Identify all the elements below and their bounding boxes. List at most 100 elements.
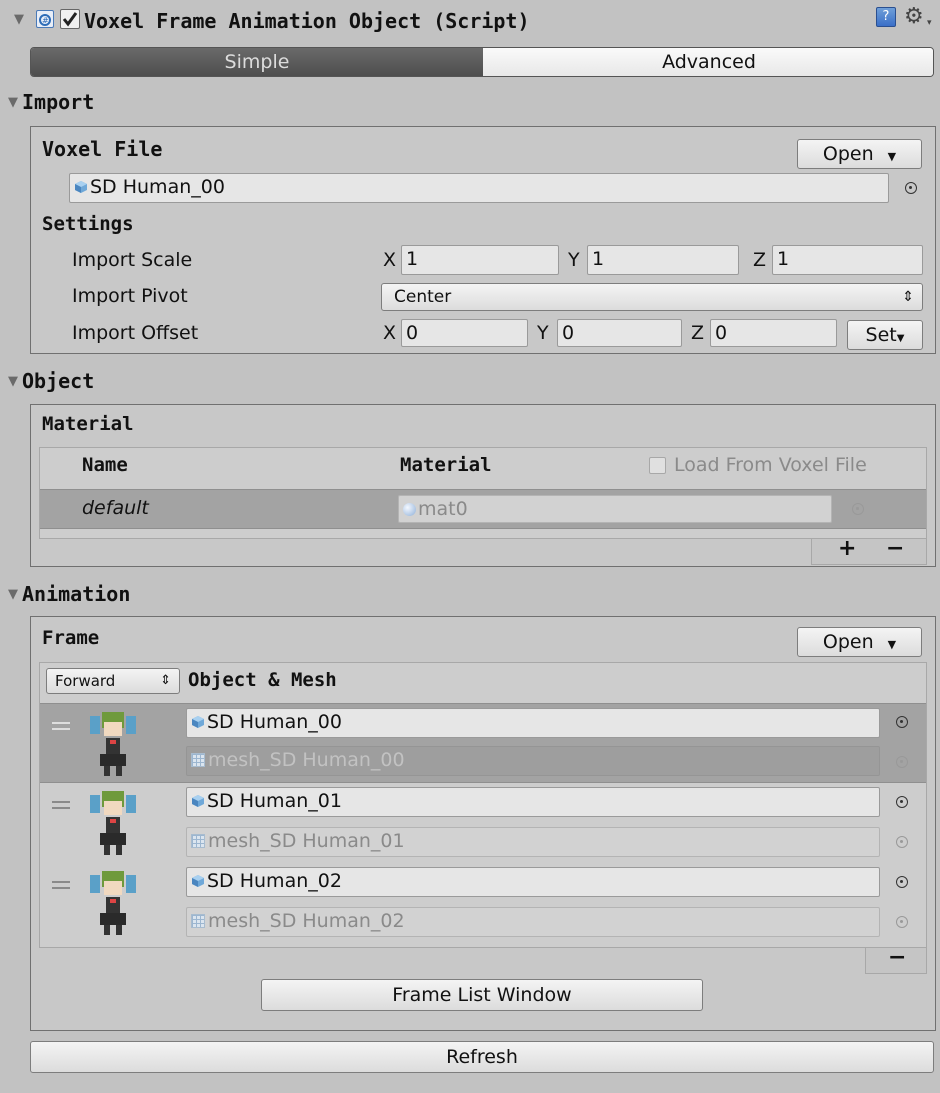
cube-icon — [192, 795, 204, 807]
object-picker-icon[interactable] — [896, 876, 908, 888]
scale-x-label: X — [383, 249, 397, 271]
dropdown-arrows-icon: ⇕ — [160, 673, 171, 688]
frame-list-window-button[interactable]: Frame List Window — [261, 979, 703, 1011]
help-icon[interactable]: ? — [876, 7, 896, 27]
scale-z-field[interactable]: 1 — [772, 245, 923, 275]
object-picker-icon[interactable] — [896, 796, 908, 808]
remove-material-button[interactable]: − — [886, 536, 904, 561]
frame-object-field[interactable]: SD Human_01 — [186, 787, 880, 817]
frame-mesh-value: mesh_SD Human_01 — [208, 830, 405, 852]
import-pivot-dropdown[interactable]: Center ⇕ — [381, 283, 923, 311]
drag-handle-icon[interactable] — [52, 881, 70, 889]
material-row-field[interactable]: mat0 — [398, 495, 832, 523]
refresh-button[interactable]: Refresh — [30, 1041, 934, 1073]
material-column-material: Material — [400, 454, 492, 476]
object-picker-icon[interactable] — [896, 716, 908, 728]
import-offset-label: Import Offset — [72, 322, 199, 344]
frame-mesh-field[interactable]: mesh_SD Human_02 — [186, 907, 880, 937]
remove-frame-button[interactable]: − — [888, 945, 906, 970]
mesh-icon — [191, 834, 205, 848]
scale-y-field[interactable]: 1 — [587, 245, 739, 275]
frame-label: Frame — [42, 627, 100, 649]
add-material-button[interactable]: + — [838, 536, 856, 561]
object-picker-icon[interactable] — [905, 182, 917, 194]
dropdown-arrows-icon: ⇕ — [902, 289, 914, 305]
animation-foldout-arrow-icon[interactable]: ▼ — [8, 587, 18, 602]
mesh-icon — [191, 753, 205, 767]
voxel-file-field[interactable]: SD Human_00 — [69, 173, 889, 203]
frame-row[interactable]: SD Human_01 mesh_SD Human_01 — [40, 785, 926, 865]
import-panel: Voxel File Open ▼ SD Human_00 Settings I… — [30, 126, 936, 354]
load-from-voxel-label[interactable]: Load From Voxel File — [674, 454, 867, 476]
voxel-file-open-button[interactable]: Open ▼ — [797, 139, 922, 169]
object-picker-icon[interactable] — [852, 503, 864, 515]
offset-z-field[interactable]: 0 — [710, 319, 837, 347]
object-picker-icon[interactable] — [896, 836, 908, 848]
chevron-down-icon: ▾ — [927, 18, 932, 28]
component-title: Voxel Frame Animation Object (Script) — [84, 9, 530, 33]
object-mesh-column: Object & Mesh — [188, 669, 337, 691]
object-section-title[interactable]: Object — [22, 369, 94, 393]
set-label: Set — [865, 324, 897, 346]
frame-row[interactable]: SD Human_00 mesh_SD Human_00 — [40, 703, 926, 783]
object-picker-icon[interactable] — [896, 916, 908, 928]
voxel-character-thumbnail — [90, 871, 136, 935]
voxel-file-label: Voxel File — [42, 137, 163, 161]
object-picker-icon[interactable] — [896, 756, 908, 768]
chevron-down-icon: ▼ — [887, 638, 897, 651]
offset-x-field[interactable]: 0 — [401, 319, 528, 347]
scale-y-label: Y — [568, 249, 580, 271]
mesh-icon — [191, 914, 205, 928]
tab-simple[interactable]: Simple — [31, 48, 483, 76]
frame-mesh-field[interactable]: mesh_SD Human_00 — [186, 746, 880, 776]
frame-mesh-field[interactable]: mesh_SD Human_01 — [186, 827, 880, 857]
offset-z-label: Z — [691, 322, 705, 344]
frame-object-field[interactable]: SD Human_00 — [186, 708, 880, 738]
frame-object-field[interactable]: SD Human_02 — [186, 867, 880, 897]
offset-y-field[interactable]: 0 — [557, 319, 682, 347]
svg-text:#: # — [42, 16, 49, 25]
cube-icon — [192, 875, 204, 887]
animation-panel: Frame Open ▼ Forward ⇕ Object & Mesh SD … — [30, 616, 936, 1031]
material-row[interactable]: default mat0 — [40, 489, 926, 529]
frame-row[interactable]: SD Human_02 mesh_SD Human_02 — [40, 865, 926, 945]
material-row-value: mat0 — [418, 498, 468, 520]
material-list-footer: + − — [811, 536, 927, 565]
material-row-name: default — [82, 497, 149, 519]
voxel-character-thumbnail — [90, 791, 136, 855]
scale-z-label: Z — [753, 249, 767, 271]
voxel-character-thumbnail — [90, 712, 136, 776]
voxel-file-value: SD Human_00 — [90, 176, 225, 198]
object-foldout-arrow-icon[interactable]: ▼ — [8, 374, 18, 389]
frame-object-value: SD Human_01 — [207, 790, 342, 812]
drag-handle-icon[interactable] — [52, 801, 70, 809]
material-section-label: Material — [42, 413, 134, 435]
foldout-arrow-icon[interactable]: ▼ — [14, 12, 24, 27]
frame-object-value: SD Human_02 — [207, 870, 342, 892]
mode-tabs: Simple Advanced — [30, 47, 934, 77]
import-scale-label: Import Scale — [72, 249, 193, 271]
tab-advanced[interactable]: Advanced — [483, 48, 933, 76]
frame-mesh-value: mesh_SD Human_00 — [208, 749, 405, 771]
enabled-checkbox[interactable] — [60, 9, 80, 29]
frame-list-footer: − — [865, 945, 927, 974]
gear-icon[interactable]: ⚙ — [904, 4, 924, 29]
material-column-name: Name — [82, 454, 128, 476]
frame-mesh-value: mesh_SD Human_02 — [208, 910, 405, 932]
direction-dropdown[interactable]: Forward ⇕ — [46, 668, 180, 694]
open-label: Open — [822, 631, 874, 653]
load-from-voxel-checkbox[interactable] — [649, 457, 666, 474]
frame-object-value: SD Human_00 — [207, 711, 342, 733]
import-section-title[interactable]: Import — [22, 90, 94, 114]
animation-section-title[interactable]: Animation — [22, 582, 130, 606]
chevron-down-icon: ▼ — [887, 150, 897, 163]
material-list: Name Material Load From Voxel File defau… — [39, 447, 927, 539]
scale-x-field[interactable]: 1 — [401, 245, 559, 275]
frame-open-button[interactable]: Open ▼ — [797, 627, 922, 657]
frame-list: Forward ⇕ Object & Mesh SD Human_00 mesh… — [39, 662, 927, 948]
script-icon: # — [36, 10, 54, 28]
offset-y-label: Y — [537, 322, 549, 344]
drag-handle-icon[interactable] — [52, 722, 70, 730]
offset-set-button[interactable]: Set▼ — [847, 320, 923, 350]
import-foldout-arrow-icon[interactable]: ▼ — [8, 95, 18, 110]
